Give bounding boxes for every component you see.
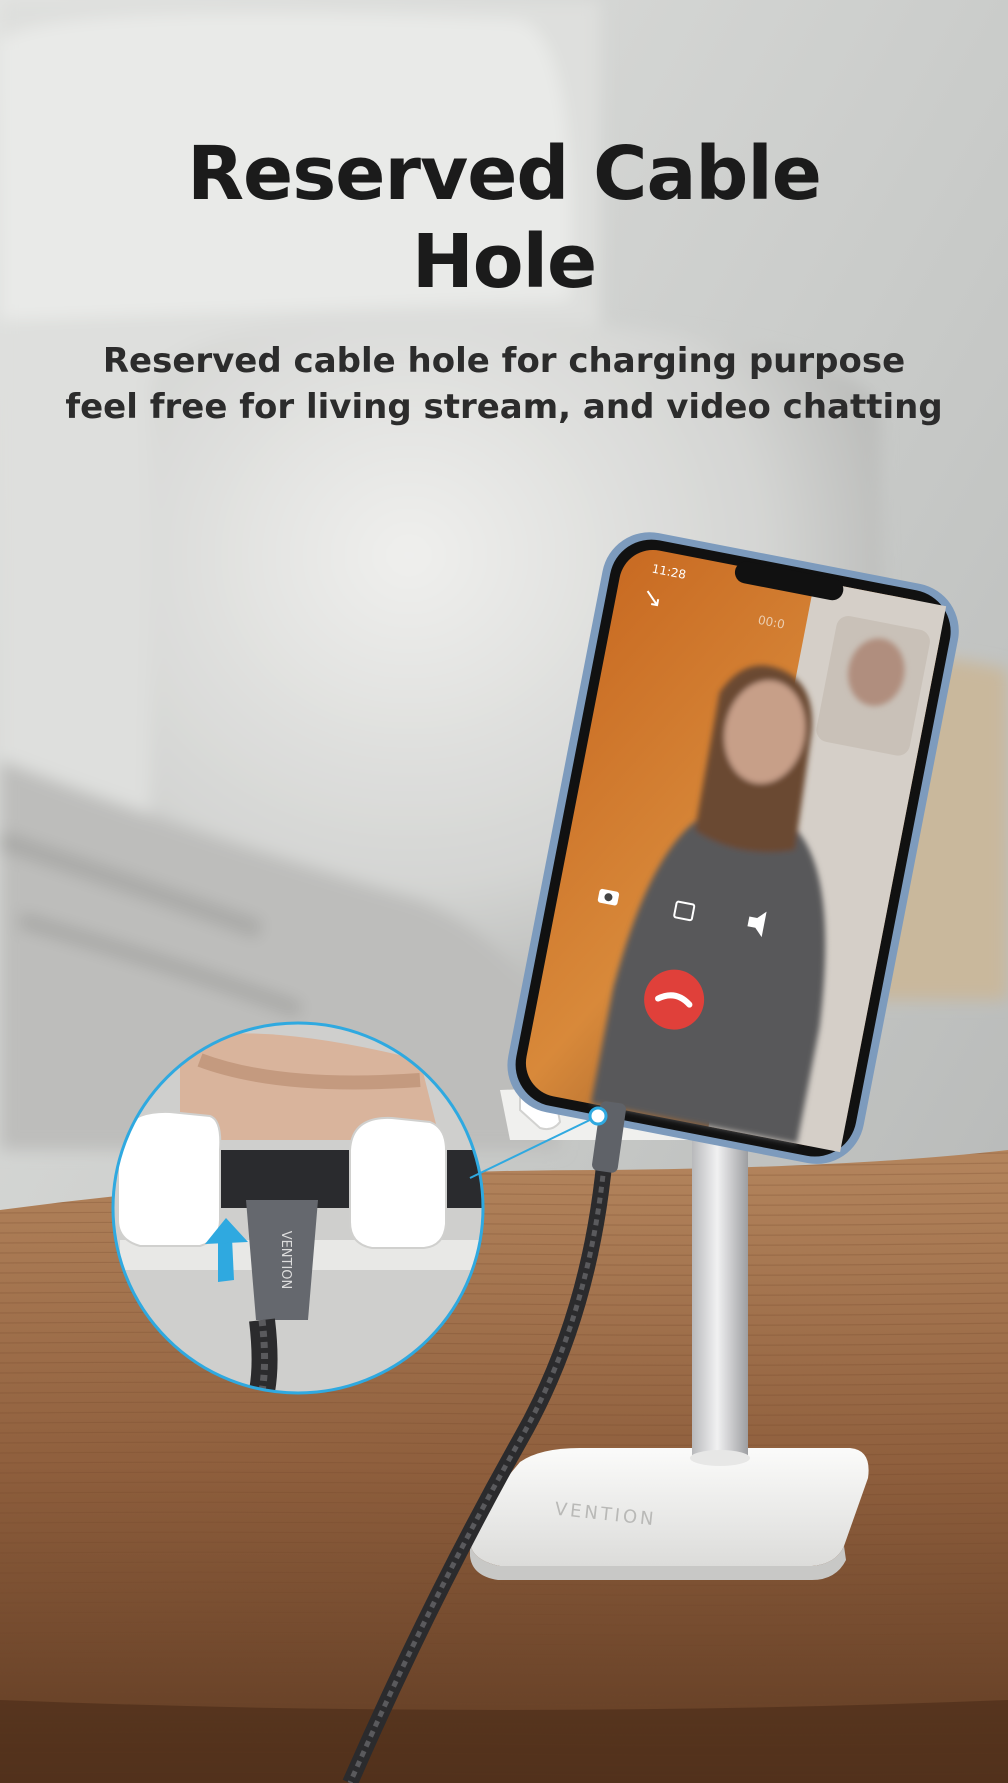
cable-logo: VENTION bbox=[278, 1231, 293, 1290]
page-subtitle: Reserved cable hole for charging purpose… bbox=[0, 338, 1008, 430]
subtitle-line-1: Reserved cable hole for charging purpose bbox=[102, 341, 906, 381]
subtitle-line-2: feel free for living stream, and video c… bbox=[65, 387, 943, 427]
headline-line-1: Reserved Cable bbox=[187, 131, 822, 217]
page-headline: Reserved Cable Hole bbox=[0, 130, 1008, 306]
headline-line-2: Hole bbox=[411, 219, 597, 305]
